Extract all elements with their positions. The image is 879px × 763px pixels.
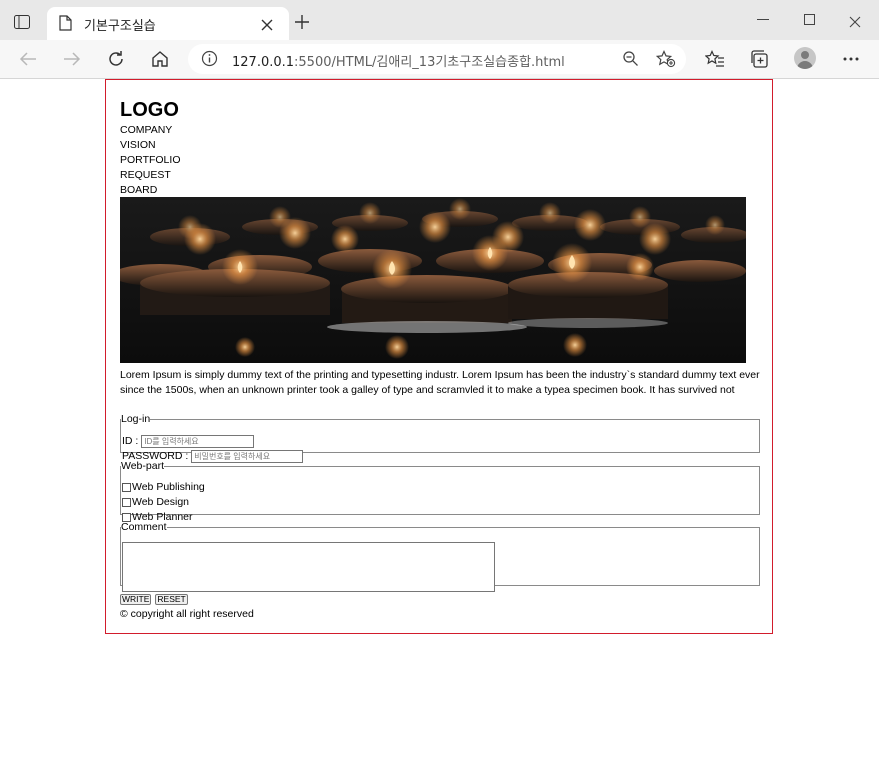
browser-toolbar: 127.0.0.1:5500/HTML/김애리_13기초구조실습종합.html <box>0 40 879 79</box>
tab-actions-icon[interactable] <box>12 12 32 32</box>
favorites-icon[interactable] <box>705 49 725 69</box>
form-buttons: WRITE RESET <box>120 594 192 605</box>
home-icon[interactable] <box>150 49 170 69</box>
write-button[interactable]: WRITE <box>120 594 152 605</box>
maximize-icon[interactable] <box>804 14 815 25</box>
back-icon[interactable] <box>18 49 38 69</box>
id-input[interactable] <box>141 434 255 448</box>
url-host: 127.0.0.1 <box>232 55 295 70</box>
hero-image-candles <box>120 197 746 363</box>
nav-item-board[interactable]: BOARD <box>120 183 180 198</box>
checkbox-label: Web Publishing <box>132 481 205 493</box>
collections-icon[interactable] <box>749 49 769 69</box>
more-menu-icon[interactable] <box>841 49 861 69</box>
checkbox-web-design[interactable]: Web Design <box>122 495 189 510</box>
id-row: ID : <box>122 434 255 449</box>
window-close-icon[interactable] <box>849 13 861 32</box>
checkbox-web-publishing[interactable]: Web Publishing <box>122 480 205 495</box>
url-text: 127.0.0.1:5500/HTML/김애리_13기초구조실습종합.html <box>232 51 565 70</box>
tab-title: 기본구조실습 <box>84 19 156 34</box>
login-legend: Log-in <box>121 413 151 425</box>
login-fieldset: Log-in ID : PASSWORD : <box>120 413 760 463</box>
nav-item-company[interactable]: COMPANY <box>120 123 180 138</box>
site-info-icon[interactable] <box>201 50 218 71</box>
checkbox-icon[interactable] <box>122 497 131 507</box>
address-bar[interactable]: 127.0.0.1:5500/HTML/김애리_13기초구조실습종합.html <box>188 44 686 74</box>
webpart-legend: Web-part <box>121 460 164 472</box>
intro-text: Lorem Ipsum is simply dummy text of the … <box>120 369 760 396</box>
add-favorite-icon[interactable] <box>655 50 676 72</box>
nav-item-portfolio[interactable]: PORTFOLIO <box>120 153 180 168</box>
refresh-icon[interactable] <box>106 49 126 69</box>
page-wrapper: LOGO COMPANY VISION PORTFOLIO REQUEST BO… <box>105 79 773 634</box>
browser-tab-strip: 기본구조실습 <box>0 0 879 40</box>
profile-avatar[interactable] <box>794 47 816 69</box>
document-icon <box>59 15 72 35</box>
comment-textarea[interactable] <box>122 542 495 592</box>
browser-tab[interactable]: 기본구조실습 <box>47 7 289 40</box>
close-tab-icon[interactable] <box>261 16 273 35</box>
reset-button[interactable]: RESET <box>155 594 188 605</box>
minimize-icon[interactable] <box>757 19 769 20</box>
forward-icon[interactable] <box>62 49 82 69</box>
nav-item-request[interactable]: REQUEST <box>120 168 180 183</box>
main-nav: COMPANY VISION PORTFOLIO REQUEST BOARD <box>120 123 180 198</box>
copyright: © copyright all right reserved <box>120 608 254 620</box>
comment-legend: Comment <box>121 521 167 533</box>
comment-fieldset: Comment <box>120 521 760 592</box>
nav-item-vision[interactable]: VISION <box>120 138 180 153</box>
url-path: :5500/HTML/김애리_13기초구조실습종합.html <box>294 55 565 70</box>
checkbox-icon[interactable] <box>122 482 131 492</box>
zoom-out-icon[interactable] <box>622 50 639 71</box>
new-tab-icon[interactable] <box>294 14 310 34</box>
logo[interactable]: LOGO <box>120 98 179 122</box>
webpart-fieldset: Web-part Web Publishing Web Design Web P… <box>120 460 760 523</box>
id-label: ID : <box>122 435 142 447</box>
checkbox-label: Web Design <box>132 496 190 508</box>
